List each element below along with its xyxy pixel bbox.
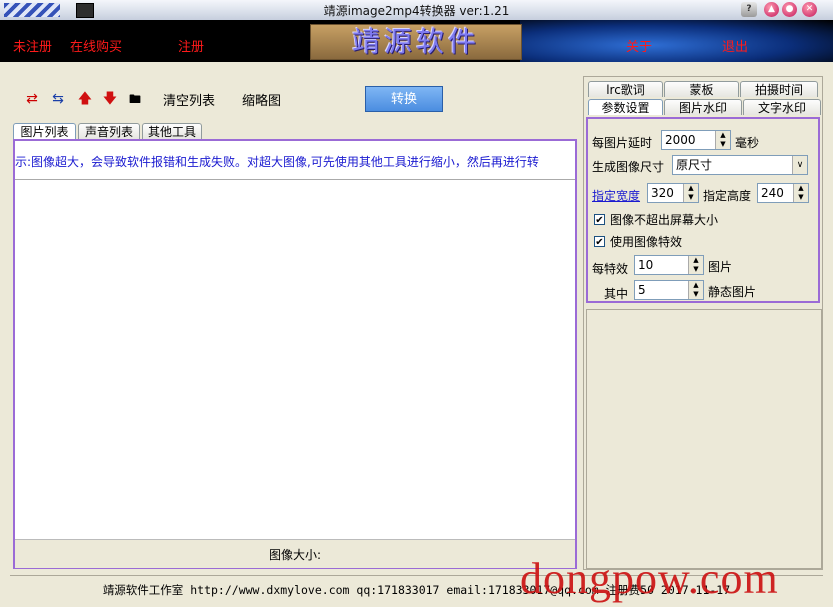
specify-width-link[interactable]: 指定宽度 (592, 187, 640, 204)
width-input[interactable]: 320 ▲ ▼ (647, 183, 699, 203)
tab-other-tools[interactable]: 其他工具 (142, 123, 202, 139)
chevron-down-icon[interactable]: ∨ (792, 156, 807, 174)
tab-mask[interactable]: 蒙板 (664, 81, 739, 97)
per-effect-label: 每特效 (592, 262, 629, 276)
exit-link[interactable]: 退出 (722, 36, 748, 55)
settings-inner: 每图片延时 2000 ▲ ▼ 毫秒 生成图像尺寸 原尺寸 ∨ 指定宽度 320 ▲ ▼ 指… (588, 119, 818, 301)
delay-input[interactable]: 2000 ▲ ▼ (661, 130, 731, 150)
spin-arrows-icon[interactable]: ▲ ▼ (793, 184, 808, 202)
size-label: 生成图像尺寸 (592, 160, 665, 174)
use-effects-label: 使用图像特效 (610, 235, 683, 249)
no-exceed-screen-label: 图像不超出屏幕大小 (610, 213, 719, 227)
banner-glow (520, 20, 833, 62)
unregistered-link[interactable]: 未注册 (13, 36, 52, 55)
image-list-panel[interactable]: 示:图像超大，会导致软件报错和生成失败。对超大图像,可先使用其他工具进行缩小，然… (13, 139, 577, 569)
register-link[interactable]: 注册 (178, 36, 204, 55)
spin-arrows-icon[interactable]: ▲ ▼ (688, 281, 703, 299)
help-button[interactable]: ? (741, 2, 757, 17)
convert-button[interactable]: 转换 (365, 86, 443, 112)
spin-arrows-icon[interactable]: ▲ ▼ (715, 131, 730, 149)
size-value: 原尺寸 (676, 158, 713, 172)
add-item-icon[interactable]: ⇄ (24, 91, 40, 107)
move-up-icon[interactable]: 🡅 (77, 91, 93, 107)
among-value: 5 (638, 283, 646, 297)
folder-icon[interactable]: 🖿 (127, 91, 143, 107)
buy-online-link[interactable]: 在线购买 (70, 36, 122, 55)
clear-list-button[interactable]: 清空列表 (163, 90, 215, 109)
tab-text-watermark[interactable]: 文字水印 (743, 99, 821, 115)
delay-value: 2000 (665, 133, 696, 147)
use-effects-checkbox[interactable]: ✔ (594, 236, 605, 248)
tab-image-watermark[interactable]: 图片水印 (664, 99, 742, 115)
toolbar (10, 76, 578, 114)
image-size-label: 图像大小: (268, 548, 322, 562)
no-exceed-screen-checkbox[interactable]: ✔ (594, 214, 605, 226)
delay-unit: 毫秒 (735, 136, 760, 150)
among-input[interactable]: 5 ▲ ▼ (634, 280, 704, 300)
tab-shoot-time[interactable]: 拍摄时间 (740, 81, 818, 97)
thumbnail-button[interactable]: 缩略图 (242, 90, 281, 109)
right-lower-panel (586, 309, 822, 569)
logo-text: 靖源软件 (351, 25, 480, 58)
tab-image-list[interactable]: 图片列表 (13, 123, 76, 139)
remove-item-icon[interactable]: ⇆ (50, 91, 66, 107)
among-label: 其中 (604, 287, 629, 301)
minimize-button[interactable]: ● (782, 2, 797, 17)
logo-banner: 靖源软件 (310, 24, 522, 60)
tab-lrc-lyrics[interactable]: lrc歌词 (588, 81, 663, 97)
height-label: 指定高度 (703, 189, 752, 203)
watermark: dongpow.com (520, 554, 779, 603)
among-unit: 静态图片 (708, 285, 757, 299)
window-title: 靖源image2mp4转换器 ver:1.21 (323, 4, 510, 18)
delay-label: 每图片延时 (592, 136, 653, 150)
move-down-icon[interactable]: 🡇 (102, 91, 118, 107)
per-effect-input[interactable]: 10 ▲ ▼ (634, 255, 704, 275)
per-effect-value: 10 (638, 258, 654, 272)
title-bar: 靖源image2mp4转换器 ver:1.21 ? ▲ ● ✕ (0, 0, 833, 21)
tab-parameters[interactable]: 参数设置 (588, 99, 663, 115)
close-button[interactable]: ✕ (802, 2, 817, 17)
spin-arrows-icon[interactable]: ▲ ▼ (683, 184, 698, 202)
divider (15, 179, 575, 180)
settings-panel: 每图片延时 2000 ▲ ▼ 毫秒 生成图像尺寸 原尺寸 ∨ 指定宽度 320 ▲ ▼ 指… (586, 117, 820, 303)
notice-text: 示:图像超大，会导致软件报错和生成失败。对超大图像,可先使用其他工具进行缩小，然… (15, 155, 539, 169)
width-value: 320 (651, 186, 674, 200)
spin-arrows-icon[interactable]: ▲ ▼ (688, 256, 703, 274)
size-select[interactable]: 原尺寸 ∨ (672, 155, 808, 175)
height-input[interactable]: 240 ▲ ▼ (757, 183, 809, 203)
rollup-button[interactable]: ▲ (764, 2, 779, 17)
per-effect-unit: 图片 (708, 260, 733, 274)
height-value: 240 (761, 186, 784, 200)
tab-sound-list[interactable]: 声音列表 (78, 123, 140, 139)
about-link[interactable]: 关于 (626, 36, 652, 55)
